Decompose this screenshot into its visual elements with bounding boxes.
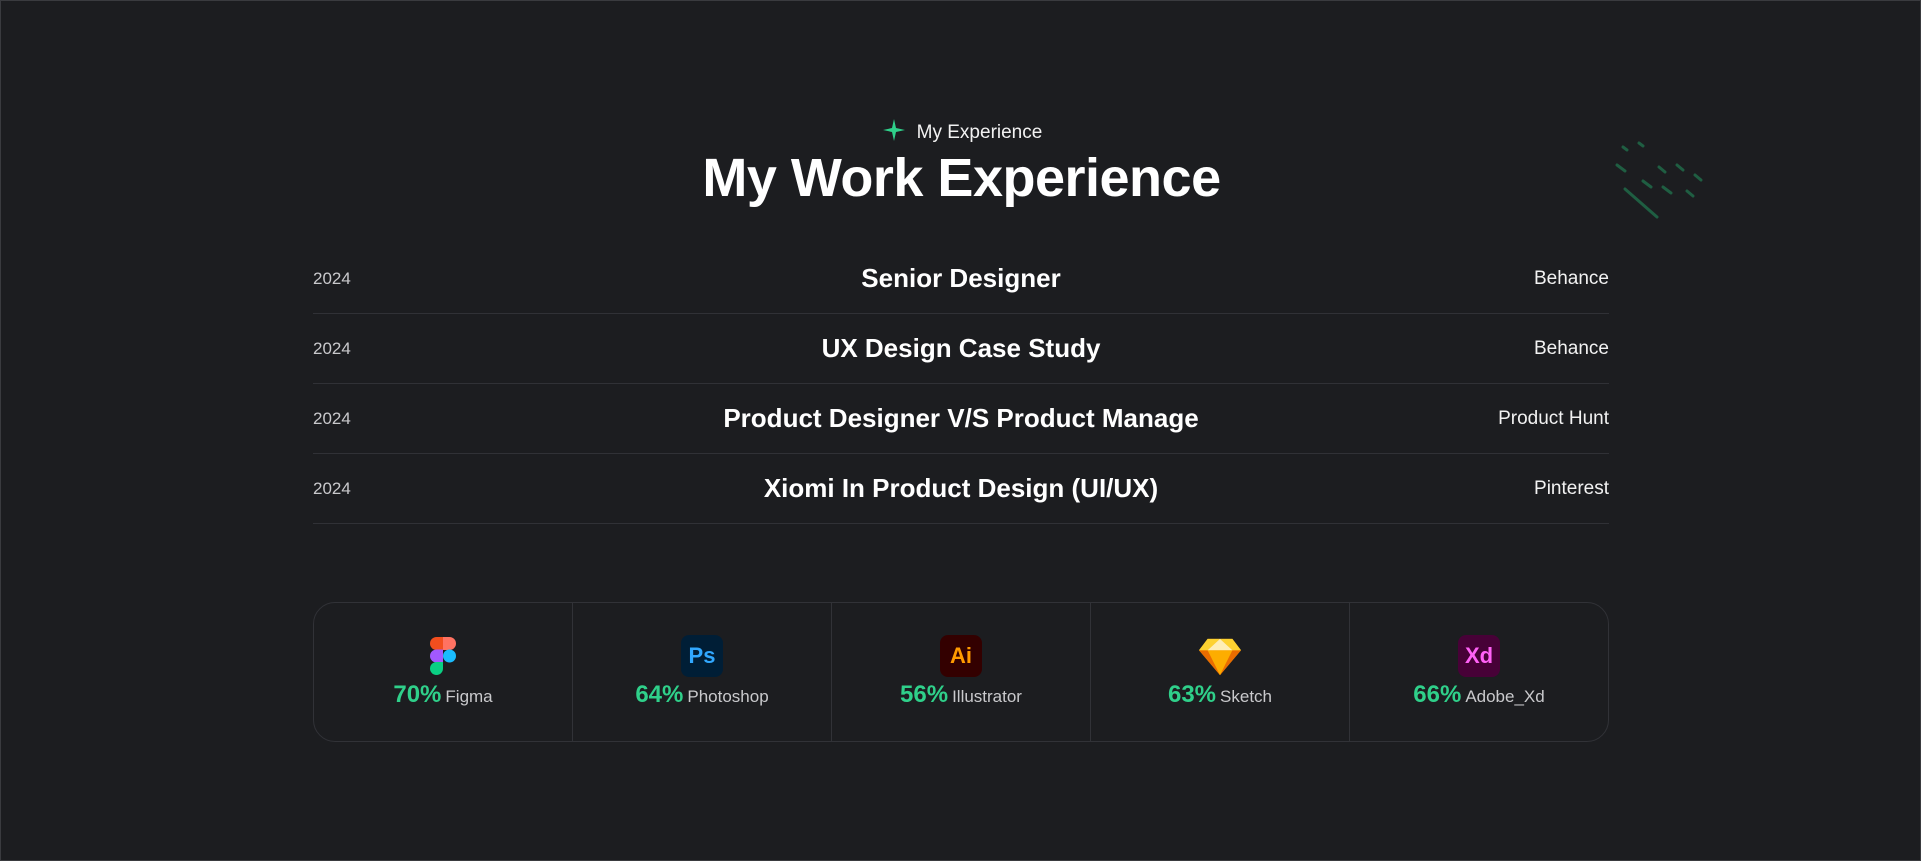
skill-item-figma: 70% Figma [314,603,573,741]
experience-row[interactable]: 2024 UX Design Case Study Behance [313,314,1609,384]
skill-line: 70% Figma [393,681,492,709]
skill-percent: 66% [1413,681,1462,708]
sparkle-icon [881,117,907,149]
experience-company: Behance [1533,267,1609,289]
skill-item-photoshop: Ps 64% Photoshop [573,603,832,741]
experience-row[interactable]: 2024 Xiomi In Product Design (UI/UX) Pin… [313,454,1609,524]
figma-icon [422,635,464,677]
skill-line: 56% Illustrator [900,681,1022,709]
skills-card: 70% Figma Ps 64% Photoshop Ai 56% Illust… [313,602,1609,742]
skill-line: 64% Photoshop [635,681,768,709]
skill-percent: 56% [900,681,949,708]
skill-name: Figma [445,687,493,706]
skill-name: Photoshop [687,687,769,706]
section-eyebrow-label: My Experience [916,122,1043,143]
experience-row[interactable]: 2024 Senior Designer Behance [313,244,1609,314]
skill-name: Adobe_Xd [1465,687,1545,706]
adobe-xd-tile: Xd [1458,635,1500,677]
photoshop-tile: Ps [681,635,723,677]
adobe-xd-icon: Xd [1458,635,1500,677]
skill-name: Sketch [1220,687,1273,706]
experience-title[interactable]: Senior Designer [313,263,1609,294]
illustrator-icon: Ai [940,635,982,677]
experience-list: 2024 Senior Designer Behance 2024 UX Des… [313,244,1609,524]
experience-title[interactable]: Product Designer V/S Product Manage [313,403,1609,434]
sketch-icon [1199,635,1241,677]
experience-title[interactable]: UX Design Case Study [313,333,1609,364]
skill-item-illustrator: Ai 56% Illustrator [832,603,1091,741]
skill-percent: 64% [635,681,684,708]
experience-section: My Experience My Work Experience 2024 Se… [1,1,1921,861]
experience-title[interactable]: Xiomi In Product Design (UI/UX) [313,473,1609,504]
decorative-dashes-icon [1615,141,1703,219]
experience-company: Behance [1533,337,1609,359]
photoshop-icon: Ps [681,635,723,677]
skill-percent: 70% [393,681,442,708]
experience-company: Pinterest [1534,477,1609,499]
skill-item-adobe-xd: Xd 66% Adobe_Xd [1350,603,1608,741]
skill-percent: 63% [1167,681,1217,708]
skill-item-sketch: 63% Sketch [1091,603,1350,741]
skill-line: 63% Sketch [1168,681,1272,709]
skill-line: 66% Adobe_Xd [1413,681,1544,709]
illustrator-tile: Ai [940,635,982,677]
skill-name: Illustrator [952,687,1022,706]
experience-company: Product Hunt [1498,407,1609,429]
experience-row[interactable]: 2024 Product Designer V/S Product Manage… [313,384,1609,454]
